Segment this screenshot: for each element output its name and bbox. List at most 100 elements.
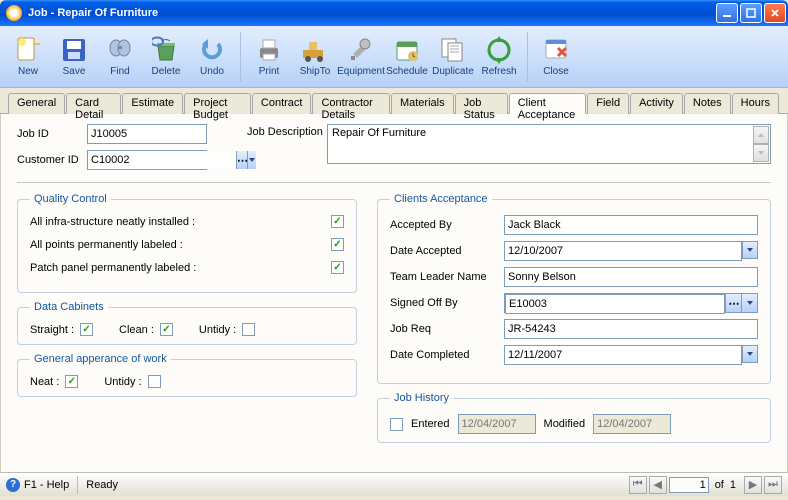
general-appearance-group: General apperance of work Neat :✓Untidy … [17, 353, 357, 397]
help-text: F1 - Help [24, 479, 69, 491]
signed-off-browse-button[interactable]: ⋯ [725, 294, 741, 312]
app-icon [6, 5, 22, 21]
minimize-button[interactable] [716, 3, 738, 23]
modified-date-field [593, 414, 671, 434]
new-icon [14, 36, 42, 64]
job-req-field[interactable] [504, 319, 758, 339]
qc-item-label: All points permanently labeled : [30, 239, 331, 251]
accepted-by-field[interactable] [504, 215, 758, 235]
qc-item-checkbox[interactable]: ✓ [331, 215, 344, 228]
date-completed-label: Date Completed [390, 349, 504, 361]
help-icon[interactable]: ? [6, 478, 20, 492]
tab-client-acceptance[interactable]: Client Acceptance [509, 93, 587, 114]
general-appearance-item-checkbox[interactable]: ✓ [65, 375, 78, 388]
customer-id-input[interactable] [88, 151, 236, 169]
nav-last-button[interactable]: ⏭ [764, 476, 782, 494]
print-button[interactable]: Print [247, 29, 291, 85]
date-completed-field[interactable] [504, 345, 742, 365]
equipment-icon [347, 36, 375, 64]
team-leader-field[interactable] [504, 267, 758, 287]
save-button[interactable]: Save [52, 29, 96, 85]
close-icon [542, 36, 570, 64]
job-description-field[interactable]: Repair Of Furniture [327, 124, 771, 164]
signed-off-input[interactable] [505, 294, 725, 314]
find-button[interactable]: Find [98, 29, 142, 85]
desc-spin-down[interactable] [753, 144, 769, 162]
modified-label: Modified [544, 418, 586, 430]
shipto-label: ShipTo [300, 66, 331, 77]
print-label: Print [259, 66, 280, 77]
delete-label: Delete [152, 66, 181, 77]
tab-general[interactable]: General [8, 93, 65, 114]
undo-icon [198, 36, 226, 64]
close-window-button[interactable] [764, 3, 786, 23]
tab-project-budget[interactable]: Project Budget [184, 93, 251, 114]
undo-label: Undo [200, 66, 224, 77]
nav-prev-button[interactable]: ◀ [649, 476, 667, 494]
tab-field[interactable]: Field [587, 93, 629, 114]
refresh-icon [485, 36, 513, 64]
tab-contractor-details[interactable]: Contractor Details [312, 93, 390, 114]
tab-contract[interactable]: Contract [252, 93, 312, 114]
schedule-button[interactable]: Schedule [385, 29, 429, 85]
signed-off-combo[interactable]: ⋯ [504, 293, 758, 313]
refresh-button[interactable]: Refresh [477, 29, 521, 85]
customer-id-combo[interactable]: ⋯ [87, 150, 207, 170]
job-id-label: Job ID [17, 128, 87, 140]
nav-first-button[interactable]: ⏮ [629, 476, 647, 494]
data-cabinet-item-checkbox[interactable]: ✓ [160, 323, 173, 336]
shipto-button[interactable]: ShipTo [293, 29, 337, 85]
date-accepted-dropdown[interactable] [742, 241, 758, 259]
general-appearance-legend: General apperance of work [30, 353, 171, 365]
client-acceptance-page: Job ID Customer ID ⋯ Job Description Rep… [0, 114, 788, 472]
job-id-field[interactable] [87, 124, 207, 144]
duplicate-icon [439, 36, 467, 64]
data-cabinet-item-label: Untidy : [199, 324, 236, 336]
tab-job-status[interactable]: Job Status [455, 93, 508, 114]
tab-activity[interactable]: Activity [630, 93, 683, 114]
desc-spin-up[interactable] [753, 126, 769, 144]
qc-item-checkbox[interactable]: ✓ [331, 238, 344, 251]
find-icon [106, 36, 134, 64]
customer-id-browse-button[interactable]: ⋯ [236, 151, 247, 169]
tab-notes[interactable]: Notes [684, 93, 731, 114]
close-button[interactable]: Close [534, 29, 578, 85]
quality-control-group: Quality Control All infra-structure neat… [17, 193, 357, 293]
duplicate-button[interactable]: Duplicate [431, 29, 475, 85]
job-desc-label: Job Description [247, 124, 327, 176]
clients-acceptance-legend: Clients Acceptance [390, 193, 492, 205]
general-appearance-item-checkbox[interactable] [148, 375, 161, 388]
date-accepted-field[interactable] [504, 241, 742, 261]
data-cabinet-item-checkbox[interactable] [242, 323, 255, 336]
data-cabinet-item-checkbox[interactable]: ✓ [80, 323, 93, 336]
entered-checkbox[interactable] [390, 418, 403, 431]
window-titlebar: Job - Repair Of Furniture [0, 0, 788, 26]
job-req-label: Job Req [390, 323, 504, 335]
nav-next-button[interactable]: ▶ [744, 476, 762, 494]
tab-hours[interactable]: Hours [732, 93, 779, 114]
nav-page-input[interactable] [669, 477, 709, 493]
signed-off-dropdown-button[interactable] [741, 294, 757, 312]
delete-icon [152, 36, 180, 64]
tab-estimate[interactable]: Estimate [122, 93, 183, 114]
undo-button[interactable]: Undo [190, 29, 234, 85]
qc-item-label: Patch panel permanently labeled : [30, 262, 331, 274]
date-accepted-label: Date Accepted [390, 245, 504, 257]
team-leader-label: Team Leader Name [390, 271, 504, 283]
new-button[interactable]: New [6, 29, 50, 85]
print-icon [255, 36, 283, 64]
delete-button[interactable]: Delete [144, 29, 188, 85]
job-history-legend: Job History [390, 392, 453, 404]
maximize-button[interactable] [740, 3, 762, 23]
clients-acceptance-group: Clients Acceptance Accepted By Date Acce… [377, 193, 771, 384]
tab-card-detail[interactable]: Card Detail [66, 93, 121, 114]
qc-item-checkbox[interactable]: ✓ [331, 261, 344, 274]
date-completed-dropdown[interactable] [742, 345, 758, 363]
record-navigator: ⏮ ◀ of 1 ▶ ⏭ [629, 476, 782, 494]
schedule-icon [393, 36, 421, 64]
window-title: Job - Repair Of Furniture [28, 7, 716, 19]
tab-materials[interactable]: Materials [391, 93, 454, 114]
equipment-button[interactable]: Equipment [339, 29, 383, 85]
customer-id-label: Customer ID [17, 154, 87, 166]
data-cabinets-legend: Data Cabinets [30, 301, 108, 313]
